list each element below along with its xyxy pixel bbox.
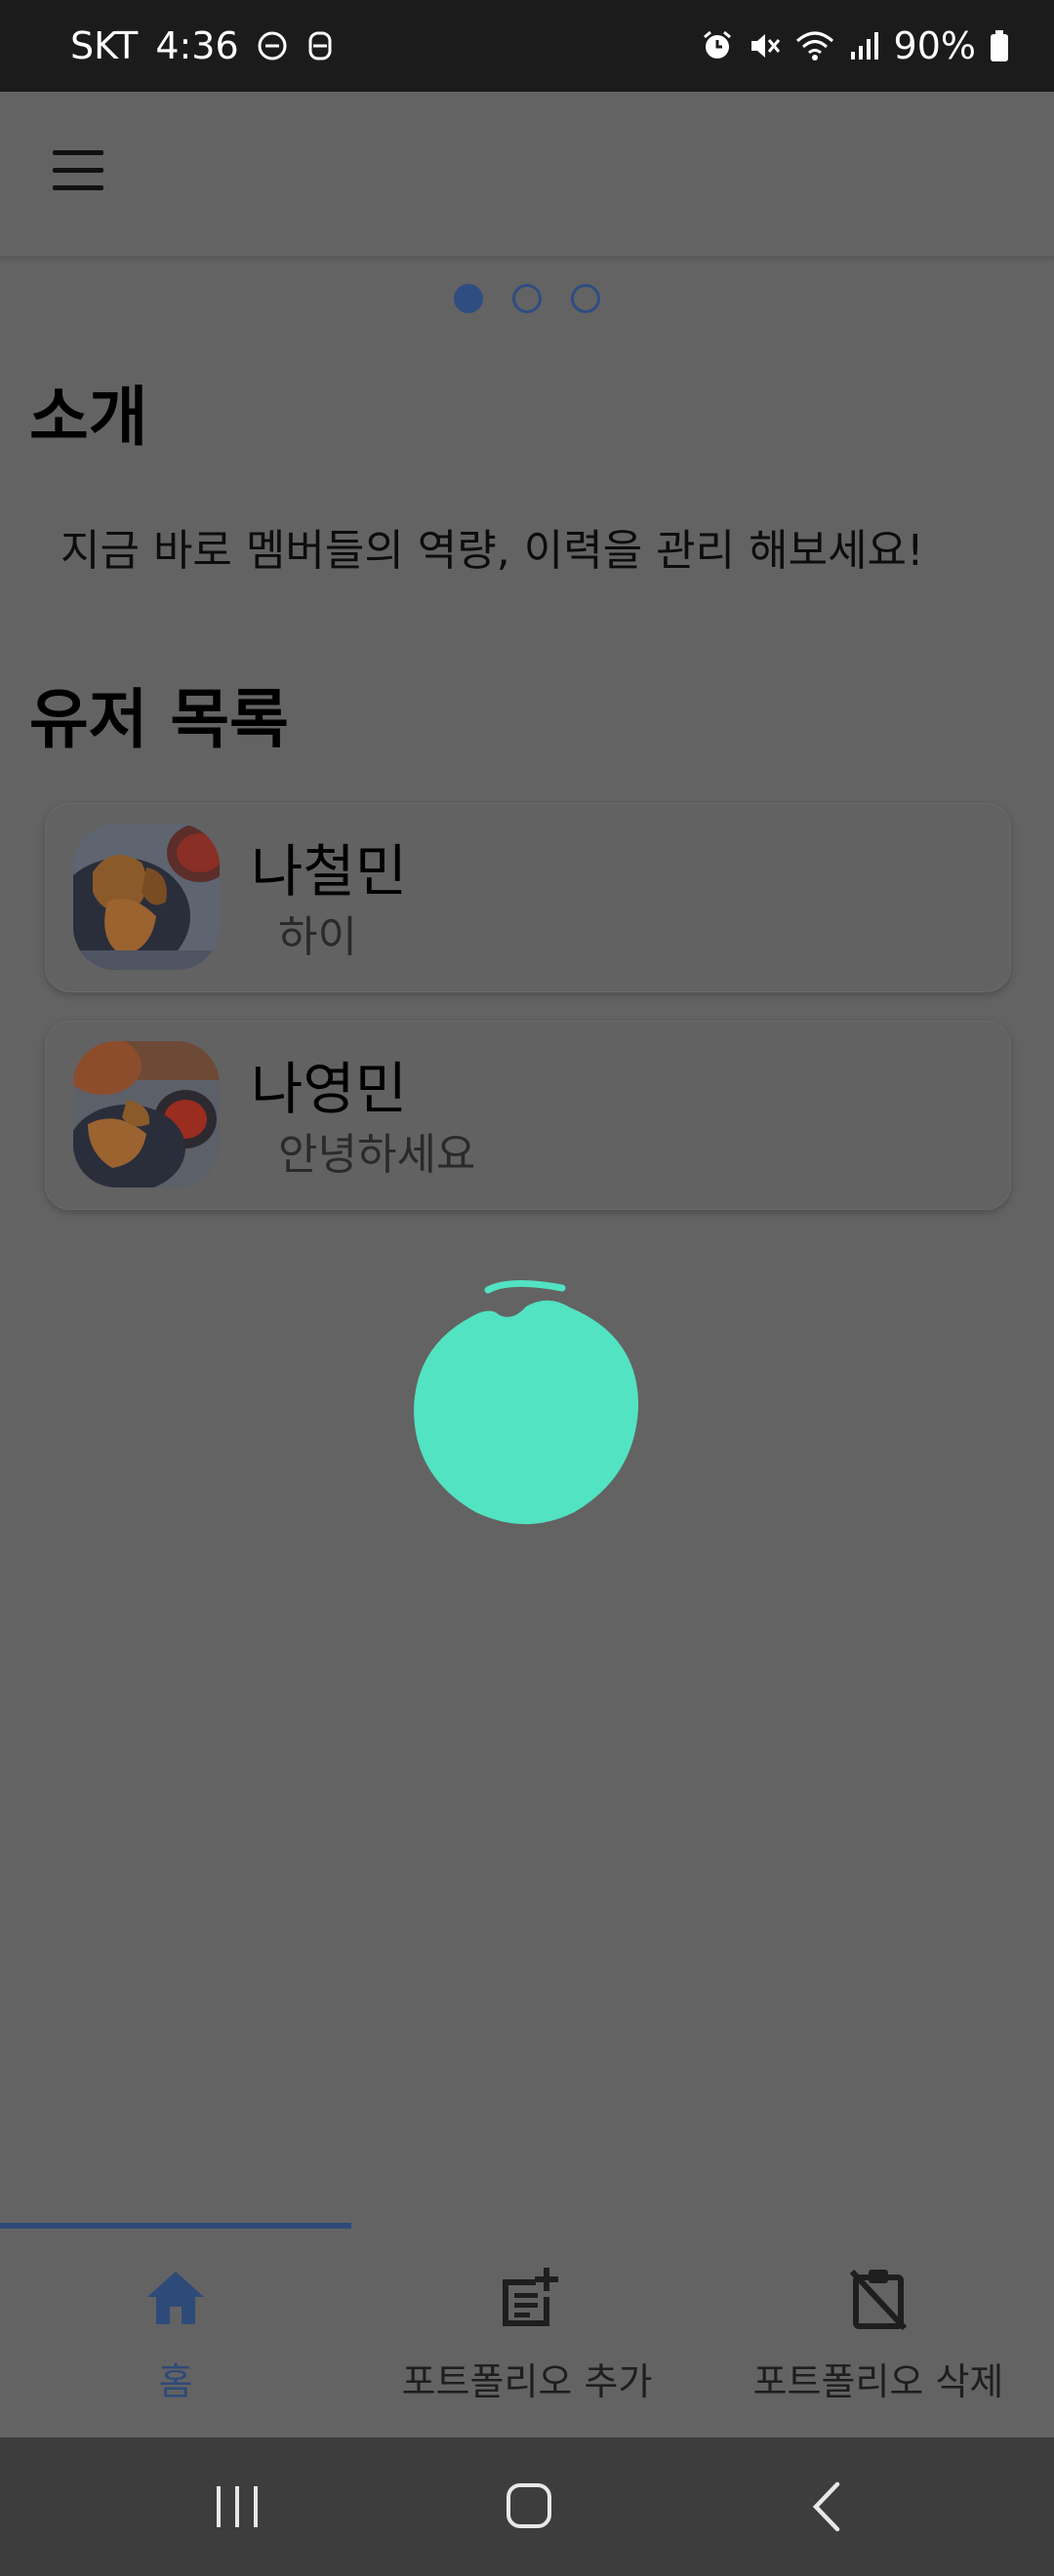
tab-add-portfolio[interactable]: 포트폴리오 추가 — [351, 2223, 703, 2437]
user-card[interactable]: 나철민 하이 — [45, 803, 1011, 992]
alarm-icon — [701, 29, 734, 62]
loading-indicator — [414, 1279, 639, 1524]
battery-icon — [990, 29, 1009, 62]
clipboard-off-icon — [849, 2269, 908, 2331]
carousel-dot-2[interactable] — [512, 284, 542, 313]
carousel-dot-3[interactable] — [571, 284, 600, 313]
add-note-icon — [503, 2268, 558, 2326]
back-icon[interactable] — [808, 2480, 847, 2533]
user-list-title: 유저 목록 — [29, 682, 289, 757]
battery-percent: 90% — [893, 24, 976, 67]
user-message: 하이 — [278, 912, 357, 962]
recent-apps-icon[interactable] — [213, 2484, 262, 2529]
vpn-key-icon — [305, 29, 335, 62]
carrier-label: SKT — [70, 24, 139, 67]
user-message: 안녕하세요 — [278, 1130, 476, 1180]
hamburger-menu-icon[interactable] — [49, 150, 107, 193]
mute-icon — [748, 29, 781, 62]
user-name: 나철민 — [251, 838, 408, 905]
tab-delete-portfolio-label: 포트폴리오 삭제 — [752, 2360, 1004, 2403]
user-name: 나영민 — [251, 1056, 408, 1122]
home-icon — [147, 2272, 204, 2324]
carousel-indicator — [0, 284, 1054, 313]
intro-text: 지금 바로 멤버들의 역량, 이력을 관리 해보세요! — [61, 526, 924, 576]
user-avatar — [73, 824, 220, 970]
tab-add-portfolio-label: 포트폴리오 추가 — [401, 2360, 653, 2403]
intro-title: 소개 — [29, 380, 148, 455]
signal-icon — [849, 30, 880, 61]
system-navigation-bar — [0, 2437, 1054, 2576]
app-bar — [0, 92, 1054, 258]
carousel-dot-1[interactable] — [454, 284, 483, 313]
user-avatar — [73, 1041, 220, 1187]
user-card[interactable]: 나영민 안녕하세요 — [45, 1021, 1011, 1210]
home-button-icon[interactable] — [506, 2482, 552, 2529]
tab-home[interactable]: 홈 — [0, 2223, 351, 2437]
bottom-navigation: 홈 포트폴리오 추가 포트폴리오 삭제 — [0, 2223, 1054, 2437]
tab-home-label: 홈 — [158, 2360, 193, 2403]
dnd-icon — [257, 30, 288, 61]
wifi-icon — [794, 29, 835, 62]
status-bar: SKT 4:36 90% — [0, 0, 1054, 92]
tab-delete-portfolio[interactable]: 포트폴리오 삭제 — [703, 2223, 1054, 2437]
clock: 4:36 — [155, 24, 239, 67]
